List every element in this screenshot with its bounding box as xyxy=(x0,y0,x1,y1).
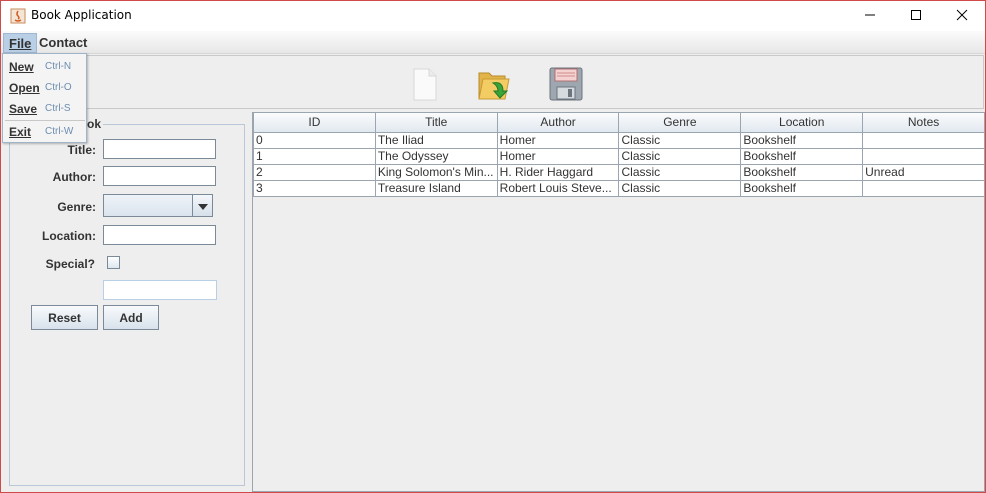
title-field[interactable] xyxy=(103,139,216,159)
menu-separator xyxy=(5,120,85,121)
table-cell[interactable]: Unread xyxy=(862,163,985,181)
table-cell[interactable]: The Iliad xyxy=(374,131,498,149)
maximize-icon xyxy=(910,9,922,24)
title-bar: Book Application xyxy=(1,1,985,31)
table-cell[interactable]: Bookshelf xyxy=(740,179,864,197)
chevron-down-icon xyxy=(197,199,208,213)
table-cell[interactable]: Classic xyxy=(618,179,742,197)
reset-button[interactable]: Reset xyxy=(31,305,98,330)
app-window: Book Application File Contact ok Title: … xyxy=(0,0,986,493)
table-cell[interactable]: 0 xyxy=(253,131,376,149)
minimize-button[interactable] xyxy=(847,1,893,31)
column-header[interactable]: Title xyxy=(374,113,498,133)
table-cell[interactable]: Classic xyxy=(618,131,742,149)
genre-dropdown-button[interactable] xyxy=(192,195,212,216)
new-document-icon xyxy=(405,68,443,106)
minimize-icon xyxy=(864,9,876,24)
maximize-button[interactable] xyxy=(893,1,939,31)
menu-file-label: File xyxy=(9,36,32,51)
menu-contact[interactable]: Contact xyxy=(34,33,92,53)
reset-button-label: Reset xyxy=(48,310,81,325)
add-button-label: Add xyxy=(119,310,143,325)
table-cell[interactable]: The Odyssey xyxy=(374,147,498,165)
special-checkbox[interactable] xyxy=(107,256,120,269)
window-title: Book Application xyxy=(31,8,132,22)
close-icon xyxy=(956,9,968,24)
table-cell[interactable]: King Solomon's Min... xyxy=(374,163,498,181)
table-row[interactable]: 1 The Odyssey Homer Classic Bookshelf xyxy=(253,147,985,165)
table-cell[interactable]: Bookshelf xyxy=(740,163,864,181)
column-header[interactable]: Genre xyxy=(618,113,742,133)
table-cell[interactable]: 2 xyxy=(253,163,376,181)
table-cell[interactable]: Robert Louis Steve... xyxy=(496,179,620,197)
save-disk-icon xyxy=(547,67,585,106)
menu-item-open-shortcut: Ctrl-O xyxy=(45,82,72,93)
location-field[interactable] xyxy=(103,225,216,245)
author-label: Author: xyxy=(52,170,96,184)
table-cell[interactable]: Homer xyxy=(496,147,620,165)
save-button[interactable] xyxy=(547,65,585,103)
books-table-panel: ID Title Author Genre Location Notes 0 T… xyxy=(252,112,985,492)
table-row[interactable]: 3 Treasure Island Robert Louis Steve... … xyxy=(253,179,985,197)
table-cell[interactable]: H. Rider Haggard xyxy=(496,163,620,181)
menu-item-new-label: New xyxy=(9,60,34,74)
table-cell[interactable]: Classic xyxy=(618,163,742,181)
table-cell[interactable]: 1 xyxy=(253,147,376,165)
table-cell[interactable]: Bookshelf xyxy=(740,131,864,149)
menu-item-save-label: Save xyxy=(9,102,38,116)
table-header-row: ID Title Author Genre Location Notes xyxy=(253,113,985,133)
add-button[interactable]: Add xyxy=(103,305,159,330)
open-folder-icon xyxy=(475,72,513,106)
file-menu-dropdown: New Ctrl-N Open Ctrl-O Save Ctrl-S Exit … xyxy=(2,53,87,143)
table-cell[interactable]: Classic xyxy=(618,147,742,165)
column-header[interactable]: Author xyxy=(496,113,620,133)
book-panel-title: ok xyxy=(85,117,104,131)
column-header[interactable]: ID xyxy=(253,113,376,133)
new-button[interactable] xyxy=(405,65,443,103)
java-app-icon xyxy=(10,8,26,24)
title-label: Title: xyxy=(67,143,96,157)
table-cell[interactable]: Bookshelf xyxy=(740,147,864,165)
books-table: ID Title Author Genre Location Notes 0 T… xyxy=(253,113,985,197)
special-label: Special? xyxy=(45,257,95,271)
column-header[interactable]: Location xyxy=(740,113,864,133)
menu-item-save-shortcut: Ctrl-S xyxy=(45,103,71,114)
table-row[interactable]: 0 The Iliad Homer Classic Bookshelf xyxy=(253,131,985,149)
table-cell[interactable] xyxy=(862,179,985,197)
menu-file[interactable]: File xyxy=(3,33,38,53)
menu-item-new-shortcut: Ctrl-N xyxy=(45,61,72,72)
toolbar xyxy=(2,55,984,109)
close-button[interactable] xyxy=(939,1,985,31)
special-details-field[interactable] xyxy=(103,280,217,300)
menu-bar: File Contact xyxy=(1,31,985,54)
menu-item-open-label: Open xyxy=(9,81,40,95)
genre-label: Genre: xyxy=(57,200,96,214)
menu-item-exit-label: Exit xyxy=(9,125,32,139)
author-field[interactable] xyxy=(103,166,216,186)
table-cell[interactable]: 3 xyxy=(253,179,376,197)
menu-item-exit-shortcut: Ctrl-W xyxy=(45,126,74,137)
table-row[interactable]: 2 King Solomon's Min... H. Rider Haggard… xyxy=(253,163,985,181)
open-button[interactable] xyxy=(475,65,513,103)
table-cell[interactable]: Homer xyxy=(496,131,620,149)
table-cell[interactable] xyxy=(862,147,985,165)
location-label: Location: xyxy=(42,229,96,243)
table-cell[interactable] xyxy=(862,131,985,149)
column-header[interactable]: Notes xyxy=(862,113,985,133)
table-cell[interactable]: Treasure Island xyxy=(374,179,498,197)
menu-contact-label: Contact xyxy=(39,35,88,50)
genre-combobox[interactable] xyxy=(103,194,213,217)
